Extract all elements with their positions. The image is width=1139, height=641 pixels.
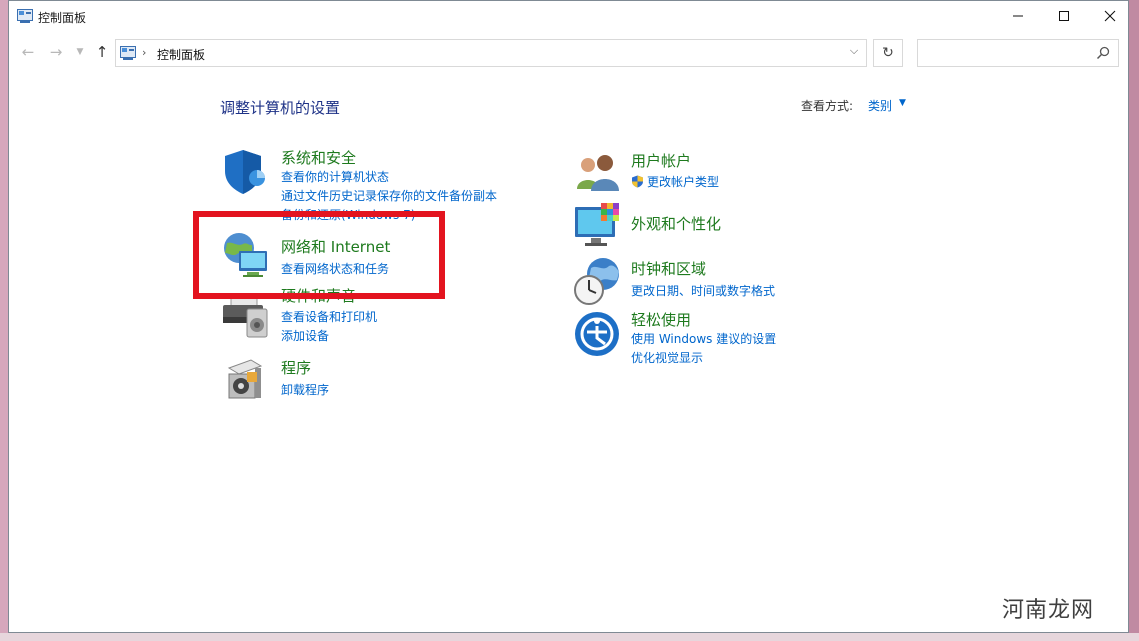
- back-button[interactable]: ←: [19, 43, 37, 61]
- category-title-system-security[interactable]: 系统和安全: [281, 147, 356, 168]
- users-icon: [577, 155, 619, 191]
- category-title-user-accounts[interactable]: 用户帐户: [631, 150, 691, 171]
- caret-down-icon[interactable]: ▼: [899, 98, 906, 108]
- control-panel-icon: [120, 46, 136, 60]
- maximize-button[interactable]: [1041, 1, 1087, 31]
- close-icon: [1104, 10, 1116, 22]
- view-by-dropdown[interactable]: 类别: [868, 97, 892, 114]
- navigation-bar: ← → ▼ ↑ › 控制面板 ⌵ ↻: [9, 37, 1128, 69]
- page-title: 调整计算机的设置: [220, 99, 341, 117]
- arrow-up-icon: ↑: [95, 43, 109, 61]
- breadcrumb[interactable]: 控制面板: [157, 46, 205, 63]
- desktop-background-right: [1129, 0, 1139, 641]
- link-view-computer-status[interactable]: 查看你的计算机状态: [281, 168, 389, 185]
- address-dropdown-icon[interactable]: ⌵: [846, 44, 862, 58]
- category-title-appearance[interactable]: 外观和个性化: [631, 213, 721, 234]
- arrow-right-icon: →: [49, 43, 63, 61]
- uac-shield-icon: [632, 175, 643, 188]
- arrow-left-icon: ←: [21, 43, 35, 61]
- watermark-text: 河南龙网: [1002, 598, 1095, 623]
- desktop-background-bottom: [0, 633, 1139, 641]
- window-title: 控制面板: [38, 11, 87, 25]
- category-title-ease-of-access[interactable]: 轻松使用: [631, 309, 691, 330]
- link-optimize-visual-display[interactable]: 优化视觉显示: [631, 349, 703, 366]
- link-add-device[interactable]: 添加设备: [281, 327, 329, 344]
- address-bar[interactable]: › 控制面板 ⌵: [115, 39, 867, 67]
- link-uninstall-program[interactable]: 卸载程序: [281, 381, 329, 398]
- category-title-clock-region[interactable]: 时钟和区域: [631, 258, 706, 279]
- refresh-button[interactable]: ↻: [873, 39, 903, 67]
- control-panel-icon: [17, 9, 33, 23]
- control-panel-window: 控制面板 ← → ▼ ↑ › 控制面板 ⌵ ↻ 调整计算机的设置 查看方式: 类…: [8, 0, 1129, 633]
- title-bar[interactable]: 控制面板: [9, 1, 1128, 33]
- minimize-icon: [1013, 15, 1023, 17]
- link-windows-suggested-settings[interactable]: 使用 Windows 建议的设置: [631, 330, 776, 347]
- minimize-button[interactable]: [995, 1, 1041, 31]
- link-devices-printers[interactable]: 查看设备和打印机: [281, 308, 377, 325]
- link-file-history-backup[interactable]: 通过文件历史记录保存你的文件备份副本: [281, 187, 497, 204]
- ease-of-access-icon: [575, 312, 619, 356]
- view-by-label: 查看方式:: [801, 99, 854, 113]
- highlight-annotation-box: [193, 211, 445, 299]
- up-button[interactable]: ↑: [93, 43, 111, 61]
- programs-icon: [227, 359, 263, 399]
- appearance-icon: [575, 203, 619, 246]
- recent-locations-button[interactable]: ▼: [71, 43, 89, 61]
- search-icon: [1096, 46, 1110, 60]
- close-button[interactable]: [1087, 1, 1133, 31]
- clock-icon: [574, 258, 619, 305]
- link-change-account-type[interactable]: 更改帐户类型: [631, 173, 719, 190]
- link-change-date-time-format[interactable]: 更改日期、时间或数字格式: [631, 282, 775, 299]
- forward-button[interactable]: →: [47, 43, 65, 61]
- search-input[interactable]: [917, 39, 1119, 67]
- maximize-icon: [1059, 11, 1069, 21]
- desktop-background-left: [0, 0, 8, 641]
- shield-icon: [225, 150, 265, 194]
- chevron-down-icon: ▼: [76, 47, 84, 57]
- breadcrumb-separator-icon: ›: [142, 46, 147, 59]
- link-change-account-type-label[interactable]: 更改帐户类型: [647, 175, 719, 189]
- category-title-programs[interactable]: 程序: [281, 357, 311, 378]
- refresh-icon: ↻: [882, 45, 894, 61]
